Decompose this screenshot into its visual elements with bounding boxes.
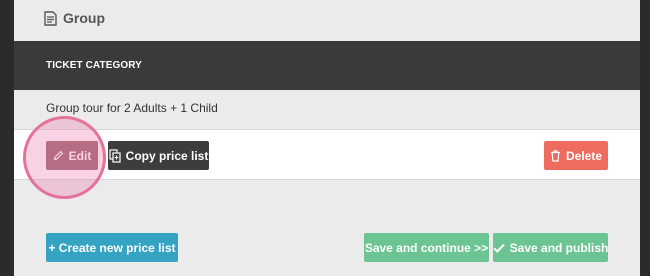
copy-icon <box>109 148 121 163</box>
ticket-category-name: Group tour for 2 Adults + 1 Child <box>46 101 218 115</box>
ticket-category-header: TICKET CATEGORY <box>14 41 640 90</box>
page-title: Group <box>44 8 105 28</box>
save-and-continue-button[interactable]: Save and continue >> <box>364 233 489 262</box>
copy-price-list-label: Copy price list <box>125 148 209 163</box>
price-list-actions-row: Edit Copy price list Delete <box>14 129 640 180</box>
create-new-price-list-button[interactable]: + Create new price list <box>46 233 178 262</box>
create-new-price-list-label: + Create new price list <box>48 240 176 255</box>
save-and-continue-label: Save and continue >> <box>364 240 489 255</box>
checkmark-icon <box>492 243 505 253</box>
trash-icon <box>550 149 561 162</box>
ticket-category-label: TICKET CATEGORY <box>46 60 142 71</box>
save-and-publish-label: Save and publish <box>509 240 609 255</box>
delete-button[interactable]: Delete <box>544 141 608 170</box>
pencil-icon <box>53 150 64 161</box>
document-icon <box>44 10 57 26</box>
delete-button-label: Delete <box>565 148 603 163</box>
main-panel: Group TICKET CATEGORY Group tour for 2 A… <box>14 0 640 276</box>
copy-price-list-button[interactable]: Copy price list <box>108 141 209 170</box>
page-title-text: Group <box>63 10 105 26</box>
edit-button-label: Edit <box>68 148 92 163</box>
edit-button[interactable]: Edit <box>46 141 98 170</box>
save-and-publish-button[interactable]: Save and publish <box>492 233 609 262</box>
